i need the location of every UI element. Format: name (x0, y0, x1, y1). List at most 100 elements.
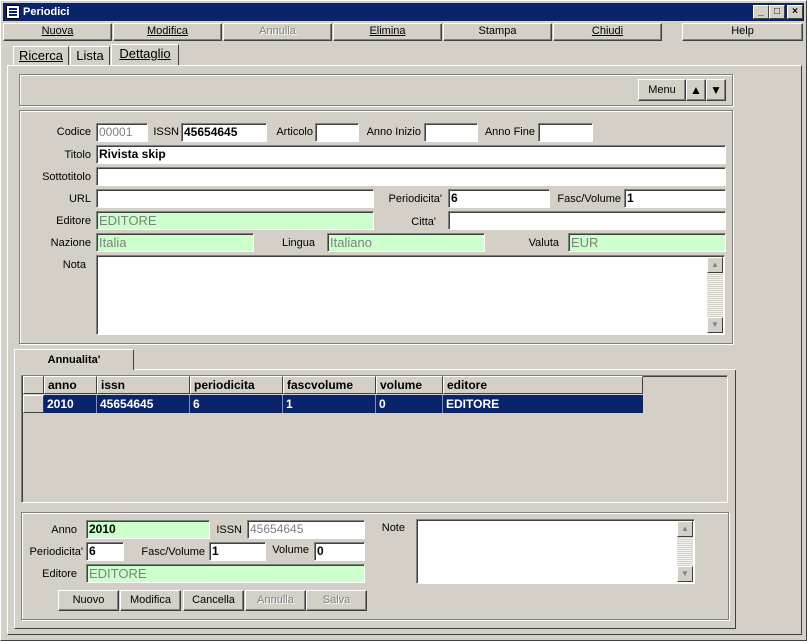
anno-inizio-label: Anno Inizio (366, 126, 421, 138)
window-title: Periodici (23, 6, 70, 18)
grid-indicator-header (23, 376, 44, 394)
valuta-label: Valuta (528, 237, 559, 249)
detail-volume-field[interactable]: 0 (314, 542, 365, 561)
elimina-label: Elimina (369, 25, 406, 37)
issn-label: ISSN (153, 126, 179, 138)
cell-volume: 0 (376, 395, 443, 413)
anno-fine-field[interactable] (538, 123, 593, 142)
note-scrollbar[interactable]: ▲ ▼ (677, 521, 693, 582)
help-button[interactable]: Help (682, 23, 803, 41)
app-icon[interactable] (6, 5, 20, 19)
nota-scrollbar[interactable]: ▲ ▼ (707, 257, 723, 333)
grid-header-fascvolume[interactable]: fascvolume (283, 376, 376, 394)
menu-label: Menu (648, 84, 676, 96)
url-field[interactable] (96, 189, 374, 208)
sottotitolo-field[interactable] (96, 167, 726, 186)
detail-note-label: Note (381, 522, 405, 534)
anno-fine-label: Anno Fine (484, 126, 535, 138)
cell-anno: 2010 (44, 395, 97, 413)
issn-field[interactable]: 45654645 (181, 123, 267, 142)
note-scroll-up-icon[interactable]: ▲ (677, 521, 693, 537)
lingua-field[interactable]: Italiano (327, 233, 485, 252)
annualita-grid: anno issn periodicita fascvolume volume … (21, 375, 728, 503)
cell-fascvolume: 1 (283, 395, 376, 413)
close-icon[interactable]: × (787, 5, 803, 19)
scroll-down-icon[interactable]: ▼ (707, 317, 723, 333)
annulla-label: Annulla (259, 25, 296, 37)
detail-periodicita-label: Periodicita' (29, 546, 83, 558)
detail-editore-label: Editore (42, 568, 77, 580)
detail-issn-field[interactable]: 45654645 (247, 520, 365, 539)
nota-label: Nota (62, 259, 86, 271)
grid-header-editore[interactable]: editore (443, 376, 643, 394)
nazione-label: Nazione (50, 237, 91, 249)
table-row[interactable]: 2010 45654645 6 1 0 EDITORE (44, 395, 643, 413)
titolo-field[interactable]: Rivista skip (96, 145, 726, 164)
detail-fasc-label: Fasc/Volume (141, 546, 205, 558)
menu-button[interactable]: Menu (638, 79, 686, 101)
chiudi-label: Chiudi (591, 25, 624, 37)
maximize-icon[interactable]: □ (769, 5, 785, 19)
tab-ricerca[interactable]: Ricerca (13, 46, 69, 66)
row-indicator[interactable] (23, 395, 44, 413)
fasc-volume-field[interactable]: 1 (624, 189, 726, 208)
note-scroll-down-icon[interactable]: ▼ (677, 566, 693, 582)
grid-header-volume[interactable]: volume (376, 376, 443, 394)
cell-editore: EDITORE (446, 397, 500, 411)
periodicita-field[interactable]: 6 (448, 189, 550, 208)
detail-anno-label: Anno (51, 524, 77, 536)
anno-inizio-field[interactable] (424, 123, 478, 142)
detail-anno-field[interactable]: 2010 (86, 520, 210, 539)
elimina-button[interactable]: Elimina (333, 23, 442, 41)
lingua-label: Lingua (281, 237, 315, 249)
nazione-field[interactable]: Italia (96, 233, 254, 252)
detail-periodicita-field[interactable]: 6 (86, 542, 124, 561)
modifica-label: Modifica (147, 25, 188, 37)
detail-modifica-label: Modifica (130, 594, 171, 606)
detail-annulla-button[interactable]: Annulla (245, 590, 306, 611)
codice-field[interactable]: 00001 (96, 123, 148, 142)
grid-header-periodicita[interactable]: periodicita (190, 376, 283, 394)
periodicita-label: Periodicita' (388, 193, 442, 205)
detail-modifica-button[interactable]: Modifica (120, 590, 181, 611)
editore-label: Editore (56, 215, 91, 227)
minimize-icon[interactable]: _ (753, 5, 769, 19)
detail-editore-field[interactable]: EDITORE (86, 564, 365, 583)
arrow-up-icon[interactable]: ▲ (686, 79, 706, 101)
cancella-button[interactable]: Cancella (183, 590, 244, 611)
tab-dettaglio[interactable]: Dettaglio (111, 44, 179, 66)
url-label: URL (68, 193, 91, 205)
help-label: Help (731, 25, 754, 37)
stampa-label: Stampa (478, 25, 517, 37)
stampa-button[interactable]: Stampa (443, 23, 552, 41)
valuta-field[interactable]: EUR (568, 233, 726, 252)
articolo-field[interactable] (315, 123, 359, 142)
title-bar[interactable]: Periodici _ □ × (3, 3, 804, 21)
grid-header-issn[interactable]: issn (97, 376, 190, 394)
chiudi-button[interactable]: Chiudi (553, 23, 662, 41)
nuova-button[interactable]: Nuova (3, 23, 112, 41)
tab-annualita[interactable]: Annualita' (14, 349, 134, 370)
codice-label: Codice (56, 126, 91, 138)
scroll-up-icon[interactable]: ▲ (707, 257, 723, 273)
nuovo-button[interactable]: Nuovo (58, 590, 119, 611)
citta-field[interactable] (448, 211, 726, 230)
detail-issn-label: ISSN (216, 524, 242, 536)
arrow-down-icon[interactable]: ▼ (706, 79, 726, 101)
citta-label: Citta' (411, 216, 436, 228)
titolo-label: Titolo (64, 149, 92, 161)
modifica-button[interactable]: Modifica (113, 23, 222, 41)
tab-lista[interactable]: Lista (70, 46, 110, 66)
salva-button[interactable]: Salva (306, 590, 367, 611)
cancella-label: Cancella (192, 594, 235, 606)
editore-field[interactable]: EDITORE (96, 211, 374, 230)
nota-textarea[interactable] (96, 255, 725, 335)
cell-issn: 45654645 (97, 395, 190, 413)
grid-header-anno[interactable]: anno (44, 376, 97, 394)
nuova-label: Nuova (41, 25, 74, 37)
detail-note-textarea[interactable] (416, 519, 695, 584)
annulla-button[interactable]: Annulla (223, 23, 332, 41)
nuovo-label: Nuovo (72, 594, 105, 606)
tab-ricerca-label: Ricerca (18, 48, 64, 63)
detail-fasc-field[interactable]: 1 (209, 542, 266, 561)
